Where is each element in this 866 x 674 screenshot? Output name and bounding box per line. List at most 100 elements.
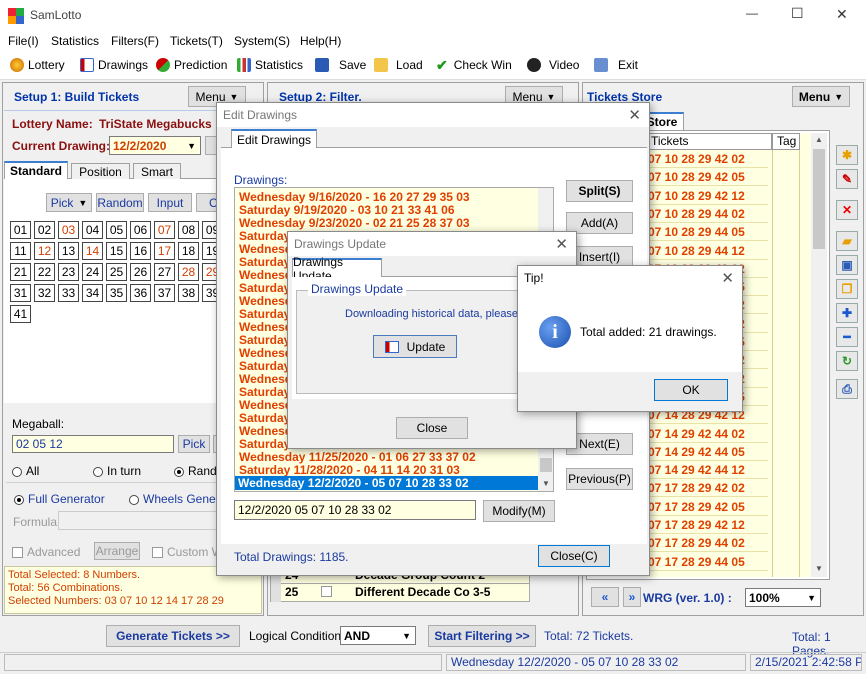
number-cell-27[interactable]: 27	[154, 263, 175, 281]
ticket-row[interactable]: 07 10 28 29 42 05	[648, 168, 768, 187]
arrange-button[interactable]: Arrange	[94, 542, 140, 560]
megaball-field[interactable]: 02 05 12	[12, 435, 174, 453]
tab-position[interactable]: Position	[71, 163, 130, 179]
start-filtering-button[interactable]: Start Filtering >>	[428, 625, 536, 647]
number-cell-36[interactable]: 36	[130, 284, 151, 302]
number-cell-32[interactable]: 32	[34, 284, 55, 302]
filter-row-25[interactable]: 25 Different Decade Co 3-5	[271, 583, 529, 600]
tab-smart[interactable]: Smart	[133, 163, 181, 179]
menu-statistics[interactable]: Statistics	[51, 34, 99, 48]
number-cell-22[interactable]: 22	[34, 263, 55, 281]
number-cell-33[interactable]: 33	[58, 284, 79, 302]
number-cell-24[interactable]: 24	[82, 263, 103, 281]
modify-button[interactable]: Modify(M)	[483, 500, 555, 522]
number-cell-06[interactable]: 06	[130, 221, 151, 239]
radio-all[interactable]: All	[12, 464, 39, 478]
store-scrollbar[interactable]: ▲ ▼	[811, 133, 827, 577]
split-button[interactable]: Split(S)	[566, 180, 633, 202]
scroll-up-icon[interactable]: ▲	[815, 135, 823, 144]
side-save-icon[interactable]: ▣	[836, 255, 858, 275]
ticket-row[interactable]: 07 17 28 29 44 05	[648, 553, 768, 571]
save-button[interactable]: Save	[315, 54, 366, 76]
ticket-row[interactable]: 07 14 29 42 44 12	[648, 461, 768, 480]
number-cell-07[interactable]: 07	[154, 221, 175, 239]
zoom-select[interactable]: 100% ▼	[745, 588, 821, 607]
ticket-row[interactable]: 07 17 28 29 42 05	[648, 498, 768, 516]
number-cell-05[interactable]: 05	[106, 221, 127, 239]
tab-edit-drawings[interactable]: Edit Drawings	[231, 129, 317, 148]
drawings-scroll-thumb[interactable]	[540, 458, 552, 472]
drawing-selected-row[interactable]: Wednesday 12/2/2020 - 05 07 10 28 33 02	[235, 476, 538, 490]
previous-button[interactable]: Previous(P)	[566, 468, 633, 490]
number-cell-23[interactable]: 23	[58, 263, 79, 281]
side-delete-icon[interactable]: ✕	[836, 200, 858, 220]
ticket-row[interactable]: 07 10 28 29 44 02	[648, 205, 768, 223]
number-cell-31[interactable]: 31	[10, 284, 31, 302]
number-cell-35[interactable]: 35	[106, 284, 127, 302]
menu-system[interactable]: System(S)	[234, 34, 290, 48]
exit-button[interactable]: Exit	[594, 54, 638, 76]
number-cell-12[interactable]: 12	[34, 242, 55, 260]
radio-wheels-generator[interactable]: Wheels Genera	[129, 492, 226, 506]
ticket-row[interactable]: 07 17 28 29 42 12	[648, 516, 768, 534]
first-page-button[interactable]: «	[591, 587, 619, 607]
side-refresh-icon[interactable]: ↻	[836, 351, 858, 371]
number-cell-15[interactable]: 15	[106, 242, 127, 260]
ticket-row[interactable]: 07 10 28 29 42 12	[648, 187, 768, 205]
formula-field[interactable]	[58, 511, 218, 530]
prediction-button[interactable]: Prediction	[156, 54, 227, 76]
number-cell-11[interactable]: 11	[10, 242, 31, 260]
ticket-row[interactable]: 07 14 29 42 44 02	[648, 425, 768, 443]
menu-tickets[interactable]: Tickets(T)	[170, 34, 223, 48]
col-header-tickets[interactable]: Tickets	[644, 133, 772, 150]
current-drawing-select[interactable]: 12/2/2020 ▼	[109, 136, 201, 155]
ticket-row[interactable]: 07 10 28 29 44 05	[648, 223, 768, 242]
scroll-down-icon[interactable]: ▼	[815, 564, 823, 573]
tab-standard[interactable]: Standard	[4, 161, 68, 179]
ticket-row[interactable]: 07 17 28 29 44 02	[648, 534, 768, 553]
random-button[interactable]: Random	[96, 193, 144, 212]
side-copy-icon[interactable]: ❐	[836, 279, 858, 299]
scroll-down-icon[interactable]: ▼	[542, 479, 550, 488]
ticket-row[interactable]: 07 14 29 42 44 05	[648, 443, 768, 461]
number-cell-18[interactable]: 18	[178, 242, 199, 260]
input-button[interactable]: Input	[148, 193, 192, 212]
drawings-button[interactable]: Drawings	[80, 54, 148, 76]
logical-condition-select[interactable]: AND ▼	[340, 626, 416, 645]
number-cell-16[interactable]: 16	[130, 242, 151, 260]
side-print-icon[interactable]: ⎙	[836, 379, 858, 399]
lottery-button[interactable]: Lottery	[10, 54, 65, 76]
filter-row-25-checkbox[interactable]	[321, 586, 332, 597]
radio-random[interactable]: Rand	[174, 464, 217, 478]
side-remove-icon[interactable]: ━	[836, 327, 858, 347]
number-cell-08[interactable]: 08	[178, 221, 199, 239]
statistics-button[interactable]: Statistics	[237, 54, 303, 76]
drawings-update-close-icon[interactable]: ✕	[555, 235, 568, 253]
number-cell-02[interactable]: 02	[34, 221, 55, 239]
update-close-button[interactable]: Close	[396, 417, 468, 439]
col-header-tag[interactable]: Tag	[772, 133, 800, 150]
last-page-button[interactable]: »	[623, 587, 641, 607]
edit-close-button[interactable]: Close(C)	[538, 545, 610, 567]
ticket-row[interactable]: 07 10 28 29 44 12	[648, 242, 768, 260]
update-button[interactable]: Update	[373, 335, 457, 358]
minimize-icon[interactable]: —	[746, 6, 758, 20]
number-cell-03[interactable]: 03	[58, 221, 79, 239]
check-win-button[interactable]: ✔ Check Win	[436, 54, 512, 76]
number-cell-34[interactable]: 34	[82, 284, 103, 302]
menu-file[interactable]: File(I)	[8, 34, 39, 48]
number-cell-04[interactable]: 04	[82, 221, 103, 239]
number-cell-14[interactable]: 14	[82, 242, 103, 260]
tab-drawings-update[interactable]: Drawings Update	[292, 255, 382, 283]
number-cell-13[interactable]: 13	[58, 242, 79, 260]
side-add-icon[interactable]: ✚	[836, 303, 858, 323]
scroll-thumb[interactable]	[813, 149, 825, 249]
number-cell-38[interactable]: 38	[178, 284, 199, 302]
pick-dropdown[interactable]: Pick ▼	[46, 193, 92, 212]
side-edit-icon[interactable]: ✎	[836, 169, 858, 189]
advanced-checkbox[interactable]: Advanced	[12, 545, 80, 559]
close-icon[interactable]: ✕	[836, 6, 848, 23]
menu-filters[interactable]: Filters(F)	[111, 34, 159, 48]
maximize-icon[interactable]: ☐	[791, 5, 804, 22]
ticket-row[interactable]: 07 10 28 29 42 02	[648, 150, 768, 168]
